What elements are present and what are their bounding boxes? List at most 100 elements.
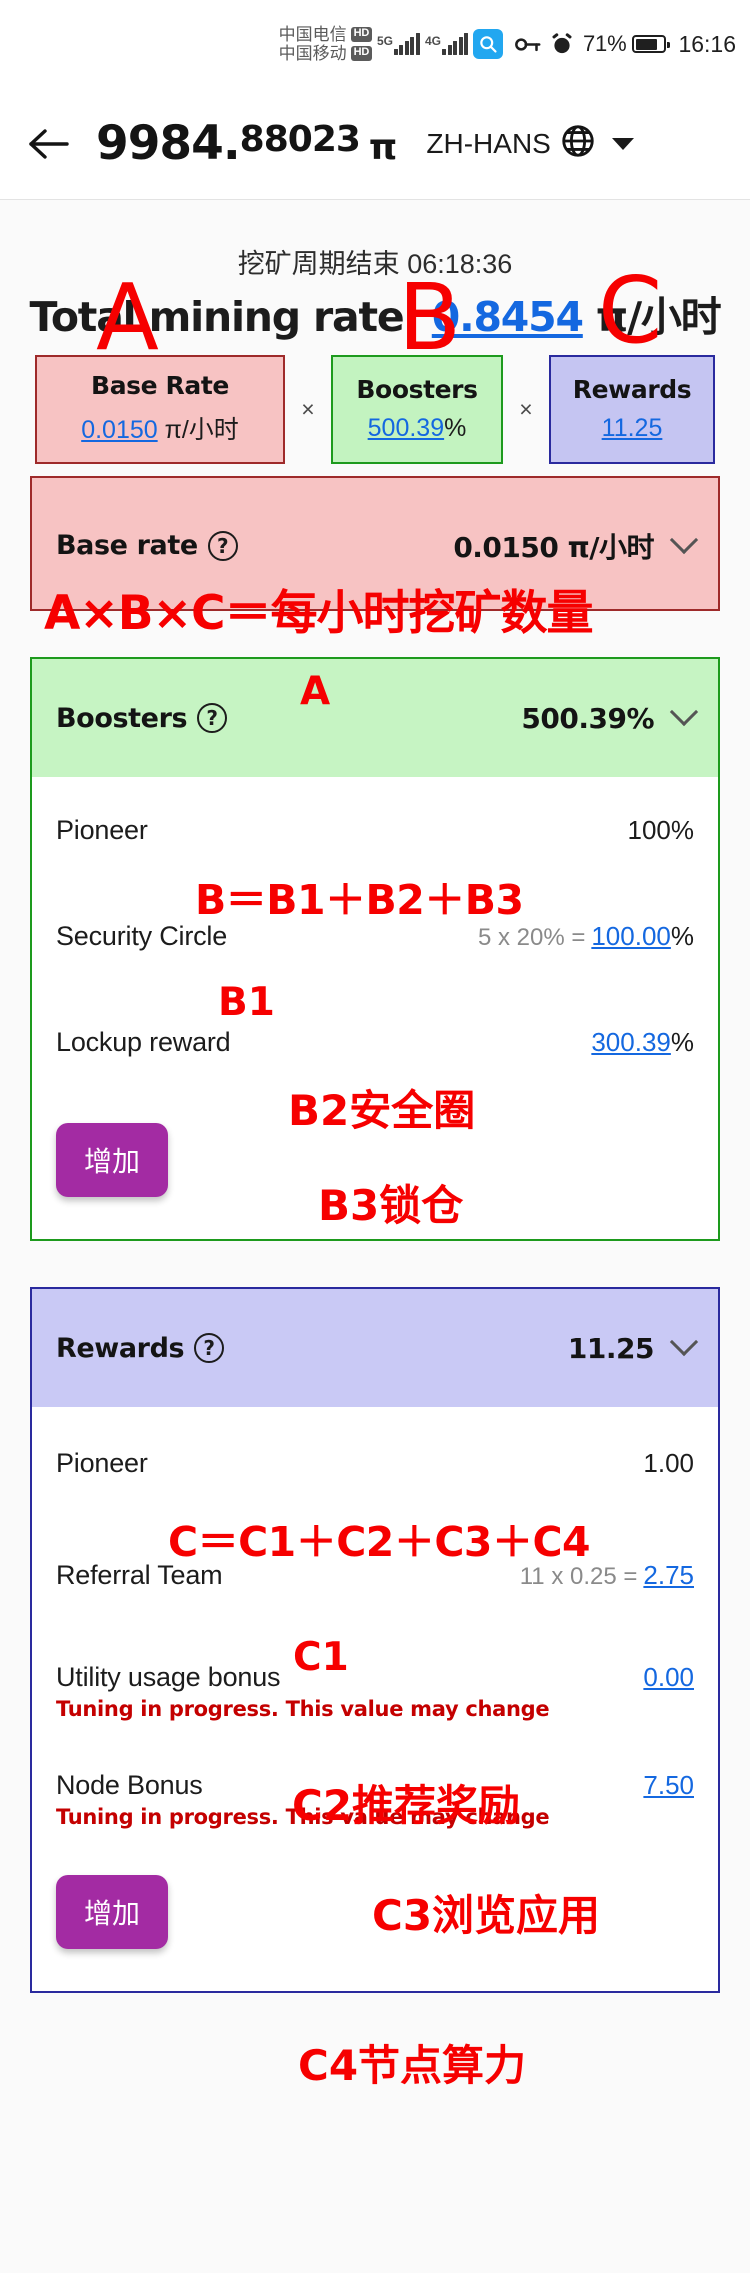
search-icon[interactable] xyxy=(473,29,503,59)
boosters-value: 500.39% xyxy=(521,701,654,735)
row-value-group: 300.39 % xyxy=(591,1027,694,1058)
row-value-suffix: % xyxy=(670,1026,694,1057)
row-label: Node Bonus xyxy=(56,1769,203,1800)
total-mining-rate: Total mining rate: 0.8454 π/小时 xyxy=(0,281,750,343)
formula-base-value: 0.0150 π/小时 xyxy=(81,410,239,446)
row-label: Security Circle xyxy=(56,920,228,951)
pi-symbol: π xyxy=(368,127,398,168)
network-type-1: 5G xyxy=(376,34,393,48)
formula-base-number[interactable]: 0.0150 xyxy=(81,416,157,444)
table-row: Pioneer 100% xyxy=(32,777,718,883)
signal-bars-icon-2 xyxy=(442,33,468,55)
rewards-title: Rewards xyxy=(56,1332,185,1364)
chevron-down-icon[interactable] xyxy=(611,137,634,150)
base-rate-card[interactable]: Base rate ? 0.0150 π/小时 xyxy=(30,476,720,613)
table-row: Lockup reward 300.39 % xyxy=(32,989,718,1095)
rewards-card-header[interactable]: Rewards ? 11.25 xyxy=(32,1289,718,1408)
chevron-down-icon[interactable] xyxy=(669,698,699,727)
multiply-sign-1: × xyxy=(301,396,315,423)
balance-decimal-point: . xyxy=(222,116,241,171)
row-value[interactable]: 300.39 xyxy=(591,1027,671,1058)
row-label: Utility usage bonus xyxy=(56,1661,281,1692)
annotation-c4: C4节点算力 xyxy=(298,2041,527,2090)
carrier-line-1: 中国电信 HD xyxy=(279,25,372,44)
main-content: 挖矿周期结束 06:18:36 Total mining rate: 0.845… xyxy=(0,200,750,2031)
multiply-sign-2: × xyxy=(519,396,533,423)
formula-rewards-value: 11.25 xyxy=(602,414,663,443)
boosters-title: Boosters xyxy=(56,702,188,734)
row-value[interactable]: 100.00 xyxy=(591,921,671,952)
formula-boosters-value: 500.39% xyxy=(368,414,467,443)
signal-bars-icon-1 xyxy=(393,33,420,55)
question-mark-icon[interactable]: ? xyxy=(194,1333,225,1364)
carrier-info: 中国电信 HD 中国移动 HD xyxy=(279,25,372,63)
table-row: Security Circle 5 x 20% = 100.00 % xyxy=(32,883,718,989)
formula-boxes-row: Base Rate 0.0150 π/小时 × Boosters 500.39%… xyxy=(0,355,750,465)
boosters-add-button-wrap: 增加 xyxy=(32,1095,718,1239)
base-rate-card-header[interactable]: Base rate ? 0.0150 π/小时 xyxy=(32,478,718,613)
balance-decimals: 88023 xyxy=(239,119,361,160)
row-value: 100% xyxy=(627,814,695,845)
table-row: Referral Team 11 x 0.25 = 2.75 xyxy=(32,1519,718,1631)
rewards-card: Rewards ? 11.25 Pioneer 1.00 Referral Te… xyxy=(30,1287,720,1994)
carrier-line-2: 中国移动 HD xyxy=(279,44,372,63)
question-mark-icon[interactable]: ? xyxy=(197,703,228,734)
globe-icon xyxy=(560,123,596,164)
row-calculation: 11 x 0.25 = xyxy=(519,1562,638,1590)
row-label: Pioneer xyxy=(56,814,148,845)
total-rate-value[interactable]: 0.8454 xyxy=(432,293,584,341)
formula-boosters-unit: % xyxy=(444,413,467,442)
signal-group-1: 5G xyxy=(377,33,420,55)
formula-rewards-title: Rewards xyxy=(572,374,692,404)
total-rate-unit: π/小时 xyxy=(582,293,722,341)
status-clock: 16:16 xyxy=(678,30,736,57)
formula-base-rate-box[interactable]: Base Rate 0.0150 π/小时 xyxy=(35,355,285,465)
formula-rewards-box[interactable]: Rewards 11.25 xyxy=(549,355,715,465)
rewards-add-button-wrap: 增加 xyxy=(32,1847,718,1991)
chevron-down-icon[interactable] xyxy=(669,525,699,555)
signal-group-2: 4G xyxy=(425,33,468,55)
battery-icon xyxy=(632,35,671,53)
battery-percent: 71% xyxy=(583,31,627,56)
row-label: Referral Team xyxy=(56,1559,223,1590)
row-value: 1.00 xyxy=(643,1447,694,1478)
boosters-card: Boosters ? 500.39% Pioneer 100% Security… xyxy=(30,657,720,1242)
mining-cycle-timer: 06:18:36 xyxy=(407,249,513,279)
back-arrow-icon[interactable] xyxy=(0,127,96,161)
formula-rewards-number[interactable]: 11.25 xyxy=(602,414,663,442)
row-value-group: 100% xyxy=(628,815,695,846)
language-selector[interactable]: ZH-HANS xyxy=(426,123,634,164)
hd-badge-2: HD xyxy=(350,46,372,61)
row-value-group: 5 x 20% = 100.00 % xyxy=(478,921,694,952)
formula-boosters-number[interactable]: 500.39 xyxy=(368,414,444,442)
row-value-suffix: % xyxy=(670,920,694,951)
rewards-value: 11.25 xyxy=(567,1331,655,1365)
row-value-group: 7.50 xyxy=(643,1770,694,1801)
formula-base-title: Base Rate xyxy=(91,371,229,401)
row-label: Pioneer xyxy=(56,1447,148,1478)
app-header: 9984 . 88023 π ZH-HANS xyxy=(0,88,750,200)
row-label: Lockup reward xyxy=(56,1026,231,1057)
formula-boosters-title: Boosters xyxy=(356,374,478,404)
table-row: Pioneer 1.00 xyxy=(32,1407,718,1519)
row-value-group: 0.00 xyxy=(643,1662,694,1693)
add-button[interactable]: 增加 xyxy=(56,1123,168,1198)
carrier-name-2: 中国移动 xyxy=(278,44,347,63)
base-rate-value: 0.0150 π/小时 xyxy=(453,530,654,564)
formula-boosters-box[interactable]: Boosters 500.39% xyxy=(331,355,503,465)
formula-base-unit: π/小时 xyxy=(157,416,239,445)
network-type-2: 4G xyxy=(424,34,441,48)
row-value[interactable]: 7.50 xyxy=(643,1770,694,1801)
row-calculation: 5 x 20% = xyxy=(477,923,586,951)
add-button[interactable]: 增加 xyxy=(56,1875,168,1950)
boosters-card-header[interactable]: Boosters ? 500.39% xyxy=(32,659,718,778)
row-value-group: 1.00 xyxy=(643,1448,694,1479)
status-bar: 中国电信 HD 中国移动 HD 5G 4G 71% 16:16 xyxy=(0,0,750,88)
row-value[interactable]: 0.00 xyxy=(643,1662,694,1693)
app-screen: 中国电信 HD 中国移动 HD 5G 4G 71% 16:16 9984 . 8… xyxy=(0,0,750,2273)
chevron-down-icon[interactable] xyxy=(669,1328,699,1357)
question-mark-icon[interactable]: ? xyxy=(207,530,238,561)
total-rate-label: Total mining rate: xyxy=(29,293,432,341)
carrier-name-1: 中国电信 xyxy=(278,24,347,44)
row-value[interactable]: 2.75 xyxy=(643,1560,694,1591)
